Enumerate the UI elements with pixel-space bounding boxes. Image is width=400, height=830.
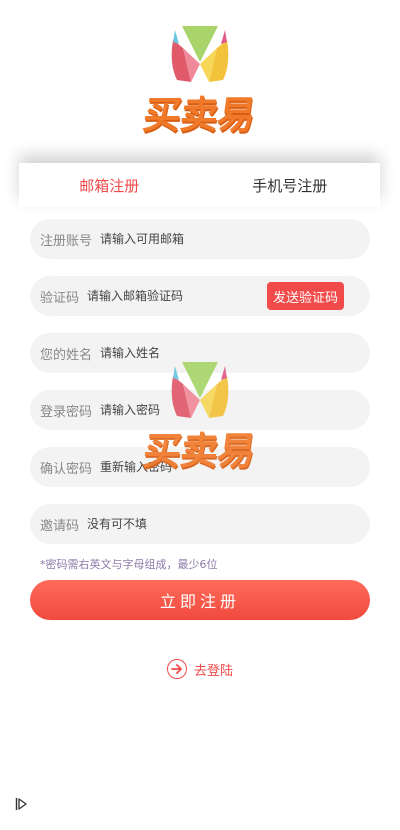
- confirm-password-input[interactable]: [100, 460, 370, 474]
- confirm-password-label: 确认密码: [40, 461, 93, 477]
- brand-name: 买卖易: [140, 93, 259, 137]
- code-field: 验证码 发送验证码: [30, 276, 370, 316]
- play-triangle-icon[interactable]: [15, 796, 27, 815]
- account-input[interactable]: [100, 232, 370, 246]
- password-label: 登录密码: [40, 404, 93, 420]
- code-label: 验证码: [40, 290, 80, 306]
- arrow-right-circle-icon: [166, 659, 187, 679]
- go-login-label: 去登陆: [193, 663, 233, 679]
- password-field: 登录密码: [30, 390, 370, 430]
- invite-code-input[interactable]: [87, 517, 370, 531]
- name-field: 您的姓名: [30, 333, 370, 373]
- register-tabs: 邮箱注册 手机号注册: [19, 163, 380, 207]
- code-input[interactable]: [87, 289, 267, 303]
- register-submit-button[interactable]: 立即注册: [30, 580, 370, 620]
- invite-code-field: 邀请码: [30, 504, 370, 544]
- tab-email-register[interactable]: 邮箱注册: [19, 175, 200, 196]
- tab-phone-register[interactable]: 手机号注册: [200, 175, 381, 196]
- confirm-password-field: 确认密码: [30, 447, 370, 487]
- account-field: 注册账号: [30, 219, 370, 259]
- account-label: 注册账号: [40, 233, 93, 249]
- logo-mark-icon: [171, 26, 229, 82]
- brand-logo: 买卖易: [0, 18, 400, 139]
- send-code-button[interactable]: 发送验证码: [266, 282, 344, 310]
- name-input[interactable]: [100, 346, 370, 360]
- password-input[interactable]: [100, 403, 370, 417]
- go-login-link[interactable]: 去登陆: [0, 659, 400, 679]
- password-hint: *密码需右英文与字母组成，最少6位: [40, 558, 218, 571]
- invite-code-label: 邀请码: [40, 518, 80, 534]
- name-label: 您的姓名: [40, 347, 93, 363]
